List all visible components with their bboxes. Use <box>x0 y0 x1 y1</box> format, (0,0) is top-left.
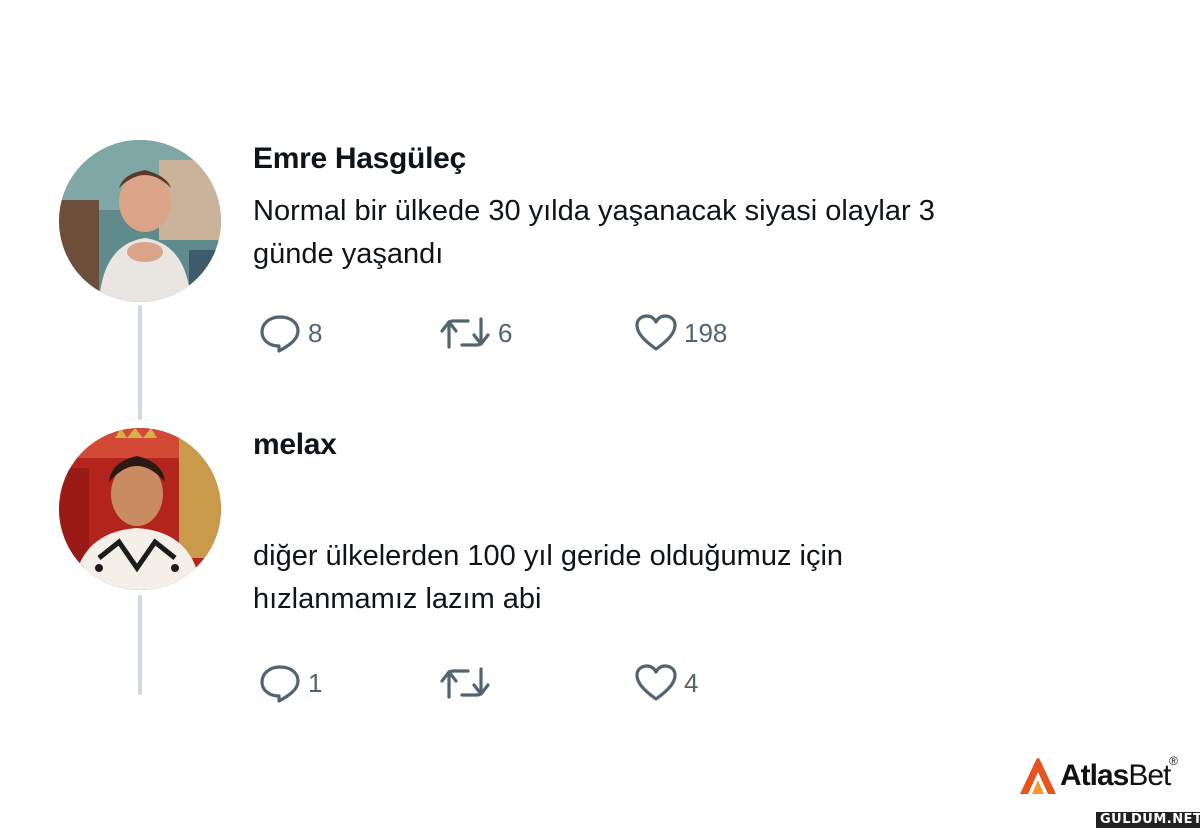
like-count: 198 <box>684 317 728 348</box>
like-button[interactable]: 4 <box>634 663 698 703</box>
brand-bet-text: Bet <box>1128 759 1171 792</box>
like-button[interactable]: 198 <box>634 313 727 353</box>
brand-atlas-text: Atlas <box>1060 759 1129 792</box>
like-count: 4 <box>684 667 699 698</box>
thread-connector-line <box>138 305 142 420</box>
site-watermark: GULDUM.NET <box>1096 812 1200 828</box>
avatar[interactable] <box>59 140 221 302</box>
heart-icon <box>634 313 678 353</box>
reply-icon <box>258 313 302 353</box>
tweet-author-name[interactable]: melax <box>253 428 337 462</box>
retweet-count: 6 <box>498 317 513 348</box>
atlasbet-mark-icon <box>1018 756 1058 796</box>
retweet-button[interactable]: 6 <box>438 313 512 353</box>
avatar[interactable] <box>59 428 221 590</box>
tweet-text-line: hızlanmamız lazım abi <box>253 583 542 615</box>
reply-button[interactable]: 8 <box>258 313 322 353</box>
reply-icon <box>258 663 302 703</box>
reply-button[interactable]: 1 <box>258 663 322 703</box>
atlasbet-wordmark: AtlasBet <box>1060 759 1171 793</box>
tweet-author-name[interactable]: Emre Hasgüleç <box>253 142 466 176</box>
tweet-text: diğer ülkelerden 100 yıl geride olduğumu… <box>253 535 1053 621</box>
tweet-text: Normal bir ülkede 30 yılda yaşanacak siy… <box>253 190 1053 276</box>
tweet-text-line: diğer ülkelerden 100 yıl geride olduğumu… <box>253 540 844 572</box>
reply-count: 1 <box>308 667 323 698</box>
tweet-text-line: günde yaşandı <box>253 238 444 270</box>
tweet-thread: Emre Hasgüleç Normal bir ülkede 30 yılda… <box>0 0 1200 832</box>
retweet-button[interactable] <box>438 663 498 703</box>
tweet-text-line: Normal bir ülkede 30 yılda yaşanacak siy… <box>253 195 935 227</box>
registered-mark: ® <box>1169 754 1178 768</box>
retweet-icon <box>438 313 492 353</box>
thread-connector-line <box>138 595 142 695</box>
heart-icon <box>634 663 678 703</box>
reply-count: 8 <box>308 317 323 348</box>
atlasbet-logo: AtlasBet ® <box>1018 752 1178 800</box>
retweet-icon <box>438 663 492 703</box>
